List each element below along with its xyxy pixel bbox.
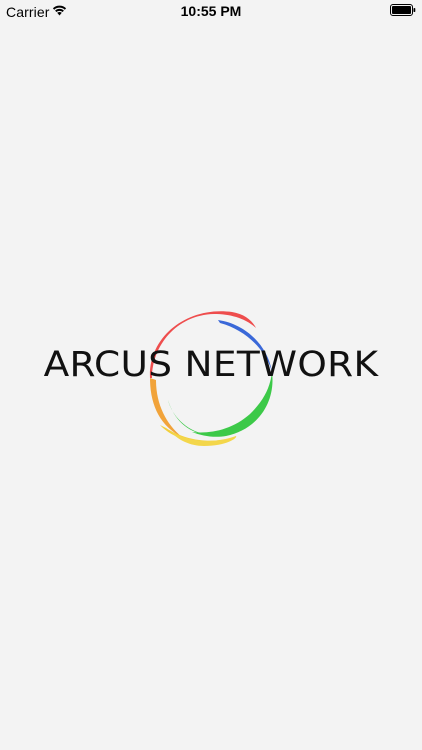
logo-wordmark: ARCUS NETWORK xyxy=(43,345,379,385)
splash-screen: ARCUS NETWORK xyxy=(0,0,422,750)
